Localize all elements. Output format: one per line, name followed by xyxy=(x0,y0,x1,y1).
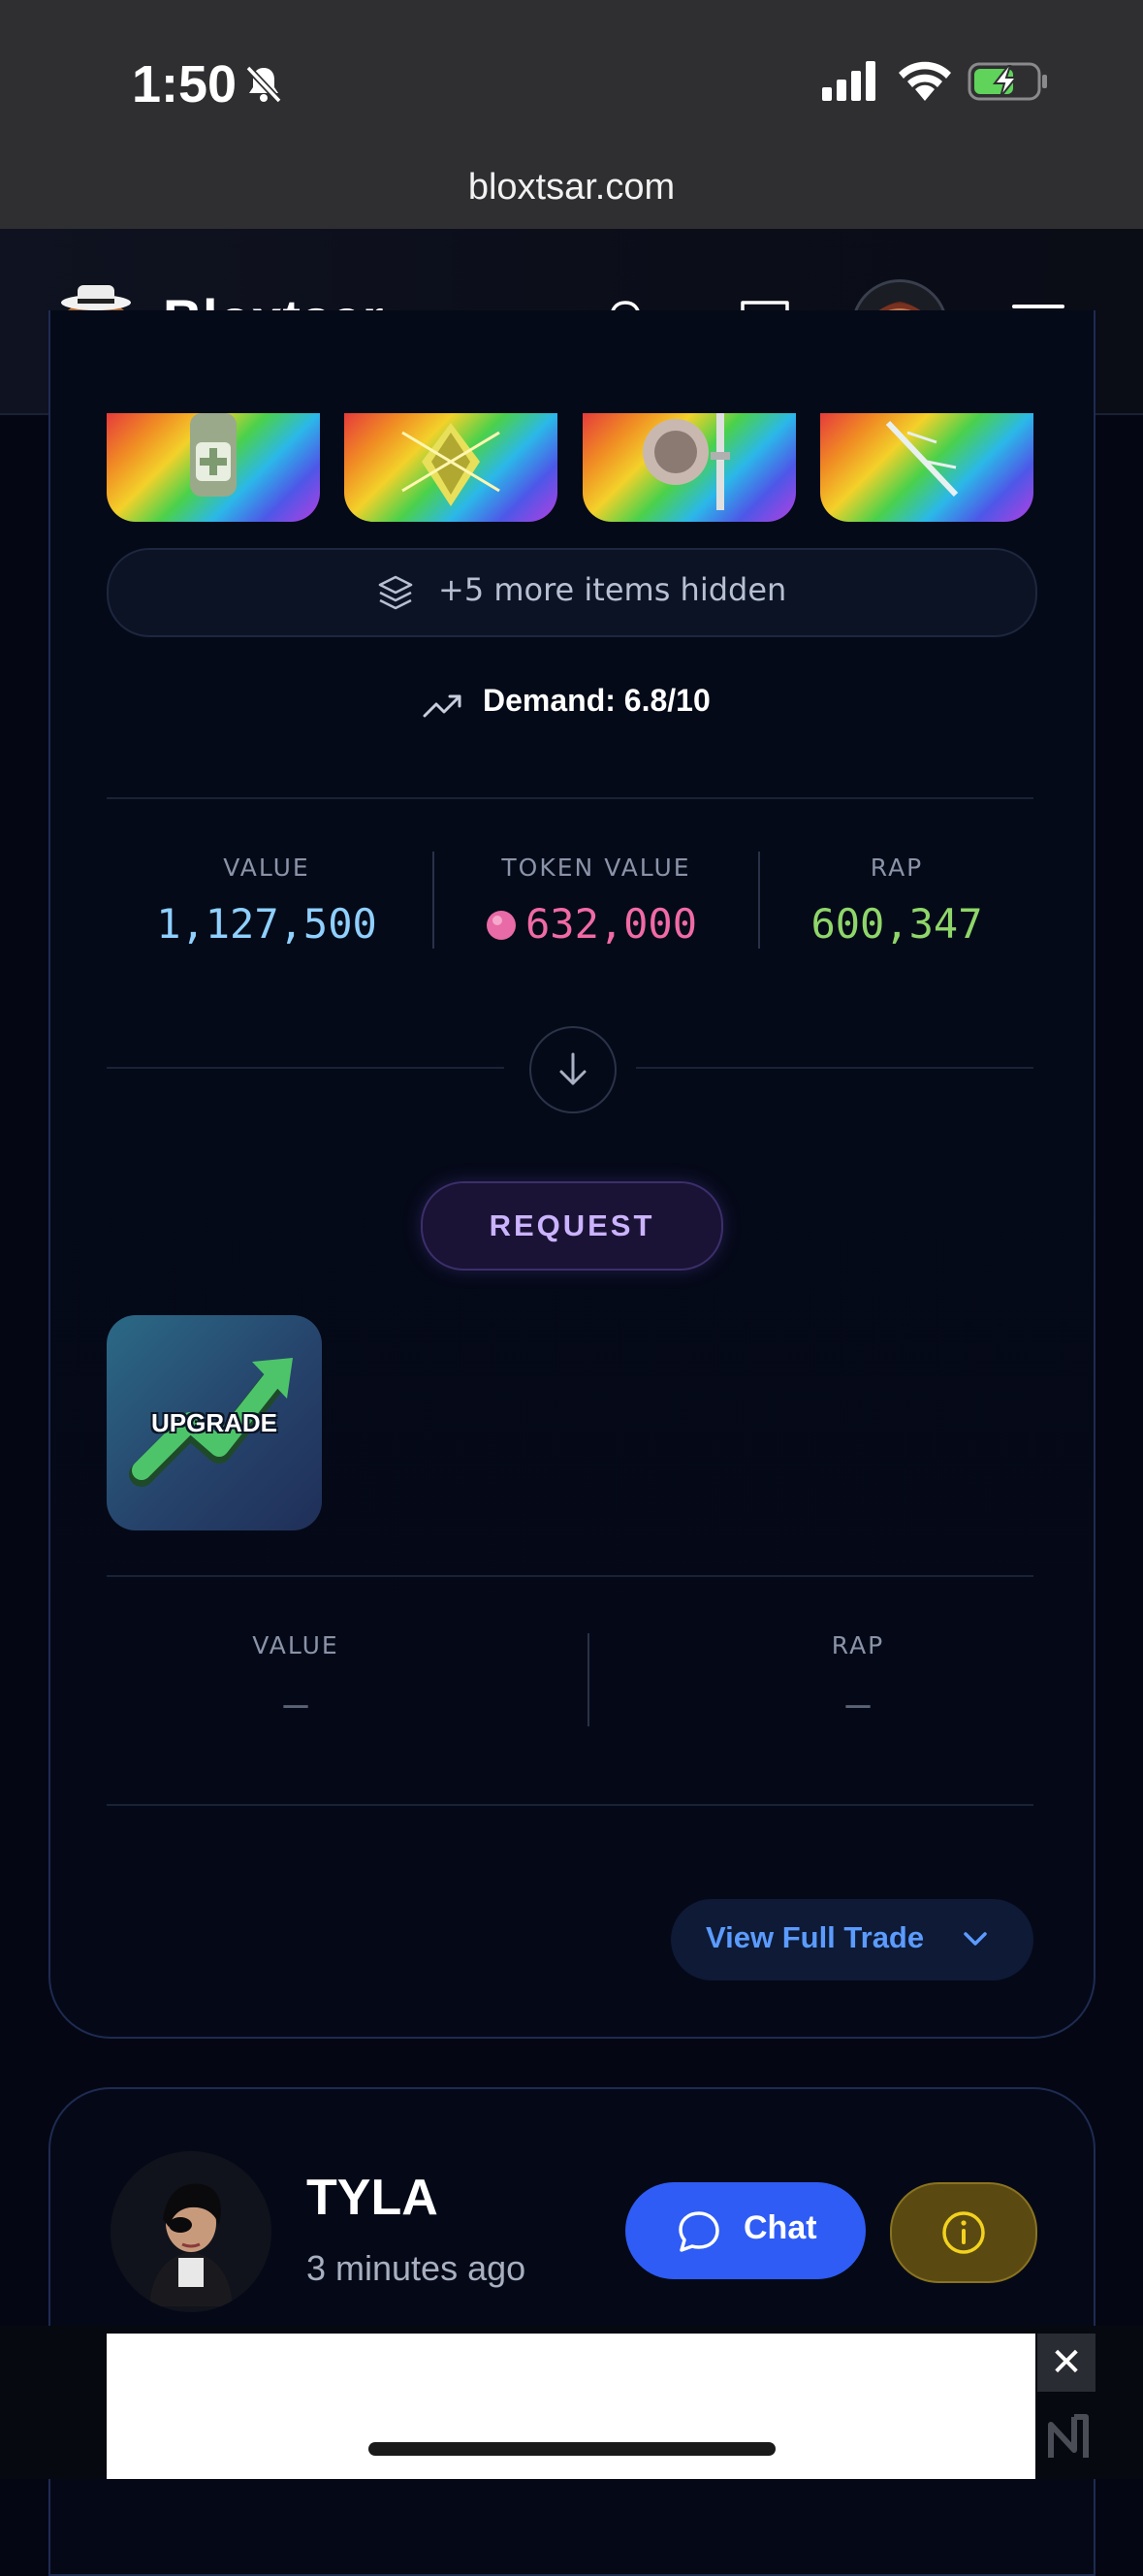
more-items-hidden-text: +5 more items hidden xyxy=(438,571,787,608)
offer-value-label: VALUE xyxy=(223,853,310,882)
home-indicator[interactable] xyxy=(368,2442,776,2456)
trade-time-ago: 3 minutes ago xyxy=(306,2248,526,2288)
layers-icon xyxy=(378,575,413,610)
divider xyxy=(636,1067,1033,1069)
chat-button-label: Chat xyxy=(744,2209,817,2246)
token-coin-icon xyxy=(487,911,516,940)
request-rap: – xyxy=(845,1680,871,1727)
trader-avatar[interactable] xyxy=(111,2151,271,2312)
divider xyxy=(107,1804,1033,1806)
close-icon: ✕ xyxy=(1050,2340,1083,2385)
offer-token-value-label: TOKEN VALUE xyxy=(501,853,691,882)
offer-item-thumbnail[interactable] xyxy=(107,413,320,522)
offer-rap: 600,347 xyxy=(810,900,983,948)
request-value-label: VALUE xyxy=(252,1631,339,1659)
ad-banner[interactable] xyxy=(107,2334,1035,2479)
offer-token-value: 632,000 xyxy=(525,900,698,948)
offer-item-thumbnail[interactable] xyxy=(820,413,1033,522)
chat-bubble-icon xyxy=(679,2211,719,2252)
request-button[interactable]: REQUEST xyxy=(421,1181,723,1271)
offer-item-thumbnail[interactable] xyxy=(583,413,796,522)
bell-muted-icon xyxy=(245,65,282,104)
offer-item-thumbnail[interactable] xyxy=(344,413,557,522)
trade-info-button[interactable] xyxy=(890,2182,1037,2283)
trending-up-icon xyxy=(423,694,461,718)
wifi-icon xyxy=(899,61,951,101)
address-bar-url[interactable]: bloxtsar.com xyxy=(0,167,1143,209)
ios-status-bar: 1:50 bloxtsar.com xyxy=(0,0,1143,229)
view-full-trade-button[interactable]: View Full Trade xyxy=(671,1899,1033,1980)
offer-value: 1,127,500 xyxy=(156,900,377,948)
trade-direction-indicator xyxy=(529,1026,617,1113)
view-full-trade-label: View Full Trade xyxy=(706,1920,925,1954)
request-value: – xyxy=(283,1680,308,1727)
request-rap-label: RAP xyxy=(831,1631,885,1659)
divider xyxy=(107,797,1033,799)
status-time: 1:50 xyxy=(132,55,238,113)
divider xyxy=(107,1067,504,1069)
cellular-signal-icon xyxy=(822,61,875,101)
trader-username[interactable]: TYLA xyxy=(306,2169,438,2227)
battery-charging-icon xyxy=(968,62,1047,101)
more-items-hidden-toggle[interactable]: +5 more items hidden xyxy=(107,548,1037,637)
chat-button[interactable]: Chat xyxy=(625,2182,866,2279)
chevron-down-icon xyxy=(964,1932,987,1946)
info-icon xyxy=(942,2211,985,2254)
divider xyxy=(107,1575,1033,1577)
ad-network-logo-icon xyxy=(1048,2414,1089,2458)
stat-separator xyxy=(432,852,434,949)
arrow-down-icon xyxy=(559,1052,587,1085)
stat-separator xyxy=(758,852,760,949)
request-button-label: REQUEST xyxy=(489,1208,655,1242)
offer-rap-label: RAP xyxy=(870,853,924,882)
stat-separator xyxy=(587,1633,589,1726)
ad-close-button[interactable]: ✕ xyxy=(1037,2334,1095,2392)
demand-text: Demand: 6.8/10 xyxy=(483,683,711,718)
upgrade-label: UPGRADE xyxy=(150,1408,277,1437)
request-item-upgrade[interactable]: UPGRADE xyxy=(107,1315,322,1530)
